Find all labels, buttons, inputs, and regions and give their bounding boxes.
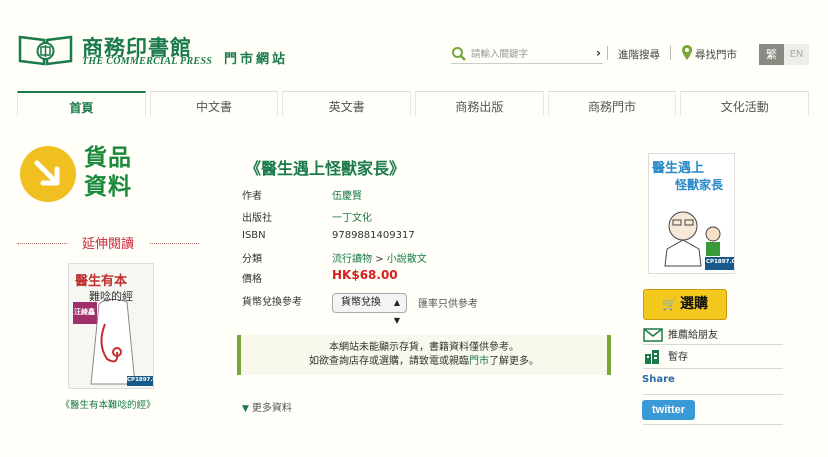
- related-cover-brand: CP1897.COM: [127, 377, 167, 383]
- language-traditional-button[interactable]: 繁: [759, 44, 784, 65]
- notice-store-link[interactable]: 門市: [469, 356, 489, 367]
- notice-line2: 如欲查詢店存或選購，請致電或親臨門市了解更多。: [309, 356, 539, 367]
- related-cover-title-line1: 醫生有本: [75, 274, 128, 289]
- buy-button-label: 選購: [679, 296, 708, 312]
- divider: [607, 46, 608, 60]
- envelope-icon: [643, 328, 663, 342]
- section-title-product-info: 貨品 資料: [84, 145, 132, 200]
- divider: [643, 344, 783, 345]
- related-cover-title-line2: 難唸的經: [89, 290, 133, 303]
- triangle-down-icon: ▼: [242, 404, 249, 414]
- related-cover-badge: 汪綺鑫: [74, 308, 95, 316]
- cover-brand: CP1897.COM: [706, 259, 746, 265]
- tab-english-books[interactable]: 英文書: [282, 91, 412, 116]
- shopping-cart-icon: 🛒: [662, 297, 677, 311]
- share-label: Share: [642, 374, 675, 385]
- search-box: ›: [451, 44, 603, 64]
- category-path: 流行讀物 > 小說散文: [332, 250, 427, 265]
- dotted-divider: [150, 243, 199, 244]
- tab-stores[interactable]: 商務門市: [547, 91, 677, 116]
- currency-note: 匯率只供參考: [418, 299, 478, 310]
- stock-notice: 本網站未能顯示存貨，書籍資料僅供參考。 如欲查詢店存或選購，請致電或親臨門市了解…: [237, 335, 611, 375]
- related-book-title-link[interactable]: 《醫生有本難唸的經》: [17, 397, 199, 411]
- publisher-label: 出版社: [242, 213, 272, 224]
- commercial-press-logo-icon[interactable]: [18, 34, 73, 66]
- location-pin-icon: [682, 45, 692, 60]
- tab-chinese-books[interactable]: 中文書: [149, 91, 279, 116]
- cover-title-line1: 醫生遇上: [652, 161, 705, 176]
- publisher-link[interactable]: 一丁文化: [332, 209, 372, 224]
- search-input[interactable]: [471, 46, 583, 62]
- category-link-fiction[interactable]: 小說散文: [387, 254, 427, 265]
- site-name: 門市網站: [224, 52, 289, 67]
- recommend-to-friend-link[interactable]: 推薦給朋友: [643, 326, 783, 342]
- price-label: 價格: [242, 274, 262, 285]
- divider: [670, 46, 671, 60]
- language-english-button[interactable]: EN: [784, 44, 809, 65]
- select-arrows-icon: ▲ ▼: [393, 298, 400, 325]
- save-for-later-link[interactable]: 暫存: [643, 348, 783, 364]
- logo-english-name[interactable]: THE COMMERCIAL PRESS: [82, 56, 212, 67]
- arrow-down-right-icon: [20, 146, 76, 202]
- currency-select-value: 貨幣兌換: [341, 297, 381, 308]
- main-nav: 首頁 中文書 英文書 商務出版 商務門市 文化活動: [17, 91, 810, 116]
- search-submit-button[interactable]: ›: [596, 46, 601, 60]
- tab-publishing[interactable]: 商務出版: [415, 91, 544, 116]
- author-link[interactable]: 伍慶賢: [332, 187, 362, 202]
- price-value: HK$68.00: [332, 268, 398, 282]
- isbn-label: ISBN: [242, 230, 266, 241]
- currency-select[interactable]: 貨幣兌換 ▲ ▼: [332, 293, 407, 325]
- tab-cultural-events[interactable]: 文化活動: [680, 91, 810, 116]
- more-info-toggle[interactable]: ▼ 更多資料: [242, 399, 292, 414]
- isbn-value: 9789881409317: [332, 230, 415, 241]
- advanced-search-link[interactable]: 進階搜尋: [618, 47, 660, 62]
- category-separator: >: [375, 254, 384, 265]
- category-link-popular[interactable]: 流行讀物: [332, 254, 372, 265]
- search-icon[interactable]: [451, 46, 467, 62]
- divider: [643, 424, 783, 425]
- category-label: 分類: [242, 254, 262, 265]
- more-info-label: 更多資料: [251, 403, 292, 414]
- cover-title-line2: 怪獸家長: [675, 178, 724, 192]
- author-label: 作者: [242, 191, 262, 202]
- divider: [643, 368, 783, 369]
- book-cover: 醫生遇上 怪獸家長 CP1897.COM: [648, 153, 746, 274]
- currency-label: 貨幣兌換參考: [242, 297, 302, 308]
- notice-line1: 本網站未能顯示存貨，書籍資料僅供參考。: [329, 342, 519, 353]
- buy-button[interactable]: 🛒 選購: [643, 289, 727, 320]
- recommend-label: 推薦給朋友: [668, 330, 718, 341]
- related-book-cover[interactable]: 醫生有本 難唸的經 汪綺鑫 CP1897.COM: [68, 263, 167, 389]
- tab-home[interactable]: 首頁: [17, 91, 146, 116]
- book-title: 《醫生遇上怪獸家長》: [245, 159, 406, 178]
- twitter-share-button[interactable]: twitter: [642, 400, 695, 420]
- store-finder-link[interactable]: 尋找門市: [695, 47, 737, 62]
- divider: [643, 394, 783, 395]
- building-icon: [645, 350, 659, 364]
- save-label: 暫存: [668, 352, 688, 363]
